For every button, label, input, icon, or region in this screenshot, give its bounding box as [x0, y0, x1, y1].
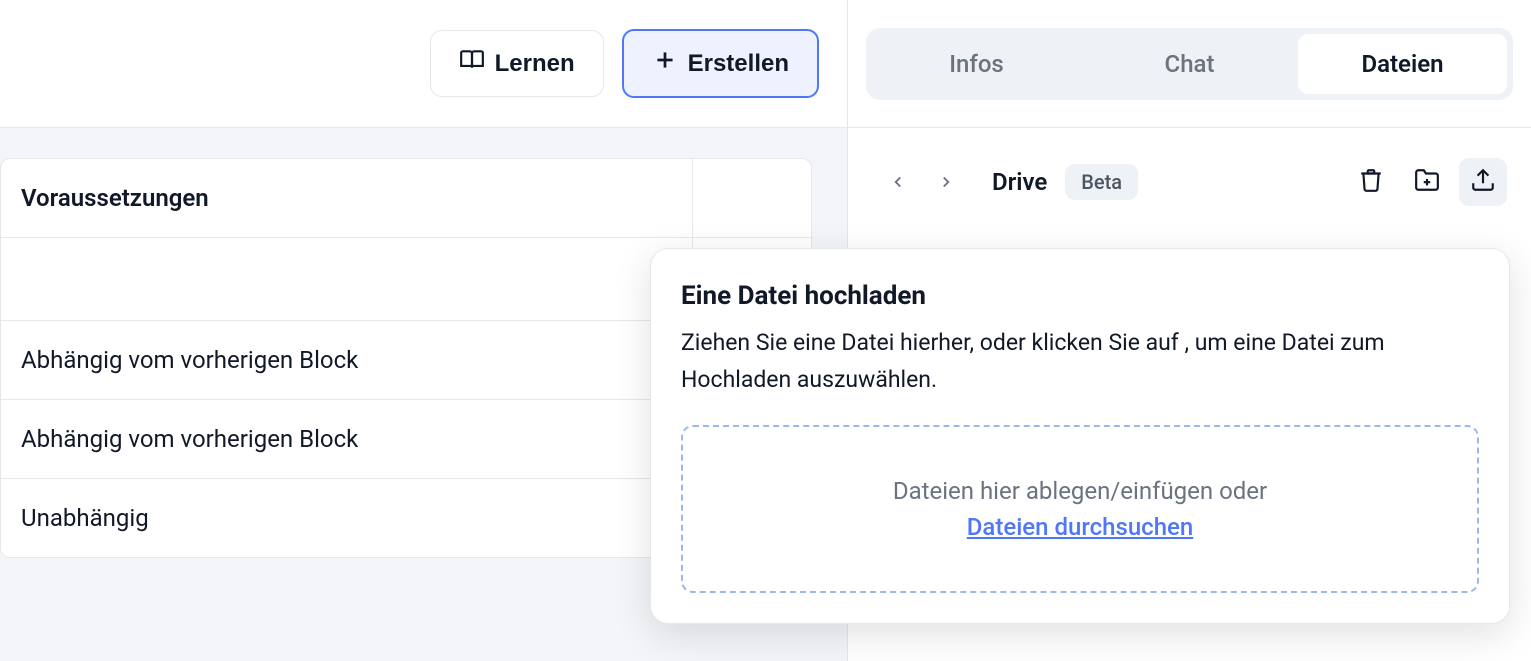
right-tabs-header: Infos Chat Dateien — [848, 0, 1531, 128]
nav-forward-button[interactable] — [926, 162, 966, 202]
learn-button[interactable]: Lernen — [430, 30, 604, 97]
table-cell-label: Unabhängig — [1, 479, 693, 557]
create-button-label: Erstellen — [688, 50, 789, 78]
tab-infos[interactable]: Infos — [872, 34, 1081, 94]
folder-plus-icon — [1414, 167, 1440, 197]
drive-toolbar: Drive Beta — [848, 128, 1531, 226]
table-header-row: Voraussetzungen — [1, 159, 811, 238]
upload-button[interactable] — [1459, 158, 1507, 206]
tab-chat[interactable]: Chat — [1085, 34, 1294, 94]
popover-title: Eine Datei hochladen — [681, 281, 1479, 311]
popover-description: Ziehen Sie eine Datei hierher, oder klic… — [681, 325, 1479, 399]
browse-files-link[interactable]: Dateien durchsuchen — [703, 513, 1457, 541]
dropzone-text: Dateien hier ablegen/einfügen oder — [703, 477, 1457, 505]
file-dropzone[interactable]: Dateien hier ablegen/einfügen oder Datei… — [681, 425, 1479, 593]
trash-icon — [1358, 167, 1384, 197]
nav-back-button[interactable] — [878, 162, 918, 202]
book-icon — [459, 47, 485, 80]
create-button[interactable]: Erstellen — [622, 29, 819, 98]
table-header-label: Voraussetzungen — [1, 159, 693, 237]
plus-icon — [652, 47, 678, 80]
upload-icon — [1470, 167, 1496, 197]
table-cell-label: Abhängig vom vorherigen Block — [1, 321, 693, 399]
tab-group: Infos Chat Dateien — [866, 28, 1513, 100]
table-cell-label: Abhängig vom vorherigen Block — [1, 400, 693, 478]
table-header-spacer — [693, 159, 811, 237]
new-folder-button[interactable] — [1403, 158, 1451, 206]
left-toolbar: Lernen Erstellen — [0, 0, 847, 128]
learn-button-label: Lernen — [495, 50, 575, 78]
delete-button[interactable] — [1347, 158, 1395, 206]
tab-files[interactable]: Dateien — [1298, 34, 1507, 94]
upload-popover: Eine Datei hochladen Ziehen Sie eine Dat… — [650, 248, 1510, 624]
drive-label: Drive — [992, 168, 1047, 196]
beta-badge: Beta — [1065, 164, 1138, 200]
